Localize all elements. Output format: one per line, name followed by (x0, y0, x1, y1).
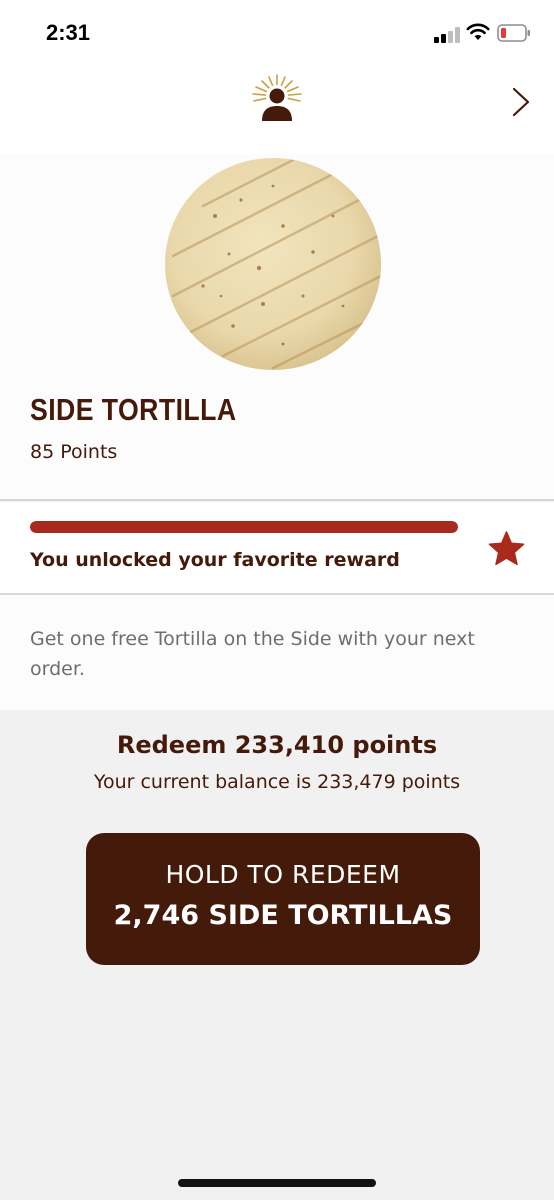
reward-progress-bar (30, 521, 458, 533)
reward-title: SIDE TORTILLA (30, 392, 237, 427)
chevron-right-icon[interactable] (510, 86, 532, 118)
progress-fill (30, 521, 458, 533)
reward-points: 85 Points (30, 441, 118, 463)
hold-to-redeem-button[interactable]: HOLD TO REDEEM 2,746 SIDE TORTILLAS (86, 833, 480, 965)
tortilla-image (165, 158, 381, 370)
current-balance: Your current balance is 233,479 points (93, 771, 461, 793)
sunburst-person-logo-icon (252, 74, 302, 121)
status-time: 2:31 (46, 20, 91, 45)
reward-description: Get one free Tortilla on the Side with y… (30, 628, 475, 680)
battery-icon (497, 24, 530, 42)
divider (0, 499, 554, 501)
progress-section (0, 502, 554, 593)
redeem-title: Redeem 233,410 points (116, 731, 438, 759)
home-indicator[interactable] (178, 1179, 376, 1187)
redeem-button-quantity: 2,746 SIDE TORTILLAS (113, 900, 453, 931)
unlock-message: You unlocked your favorite reward (30, 549, 400, 571)
redeem-button-label: HOLD TO REDEEM (165, 860, 401, 889)
star-icon[interactable] (488, 531, 525, 566)
wifi-icon (466, 23, 490, 40)
cellular-signal-icon (434, 27, 460, 43)
status-bar: 2:31 (0, 0, 554, 66)
